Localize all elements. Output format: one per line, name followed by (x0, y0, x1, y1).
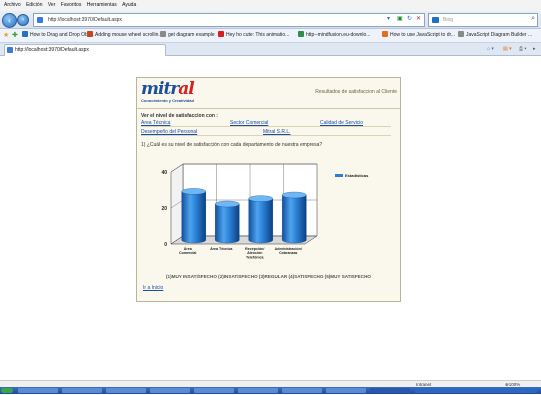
chart-svg: 0 20 40 Área Comercial Área Técnica Recepción/… (161, 163, 369, 259)
fav-item[interactable]: How to Drag and Drop Obje... (22, 29, 96, 42)
taskbar-item[interactable] (238, 388, 278, 393)
taskbar-item[interactable] (282, 388, 322, 393)
menu-edicion[interactable]: Edición (26, 0, 42, 11)
mitral-logo: mitral Conocimiento y Creatividad (141, 80, 221, 106)
forward-button[interactable]: › (17, 14, 29, 26)
tab-title: http://localhost:3970/Default.aspx (15, 47, 89, 53)
divider (141, 126, 391, 127)
taskbar-item-active[interactable] (370, 388, 410, 393)
system-tray (415, 388, 537, 393)
fav-item[interactable]: Adding mouse wheel scrollin... (87, 29, 163, 42)
menu-archivo[interactable]: Archivo (4, 0, 21, 11)
survey-panel: mitral Conocimiento y Creatividad Result… (136, 77, 401, 302)
compat-icon[interactable]: ▣ (397, 16, 404, 23)
taskbar-item[interactable] (62, 388, 102, 393)
favorites-star-icon[interactable]: ★ (3, 32, 10, 39)
scale-legend: (1)MUY INSATISFECHO (2)INSATISFECHO (3)R… (166, 274, 371, 279)
back-button[interactable]: ‹ (2, 13, 17, 28)
satisfaction-chart: 0 20 40 Área Comercial Área Técnica Recepción/… (145, 160, 395, 272)
fav-item[interactable]: get diagram example (160, 29, 215, 42)
taskbar (0, 387, 541, 394)
divider (141, 135, 391, 136)
refresh-icon[interactable]: ↻ (407, 16, 414, 23)
back-to-home-link[interactable]: Ir a Inicio (143, 285, 163, 291)
fav-item[interactable]: How to use JavaScript to dr... (382, 29, 455, 42)
fav-item[interactable]: Hey ho cute: This animatio... (218, 29, 289, 42)
chart-bar (282, 191, 307, 244)
fav-page-icon (382, 31, 388, 37)
search-icon[interactable]: ⌕ (531, 15, 535, 23)
x-category-label: Área Técnica (210, 246, 233, 251)
chart-bar (215, 200, 240, 244)
chart-legend: Estadisticas (335, 173, 369, 178)
page-title: Resultados de satisfaccion al Cliente (315, 89, 397, 95)
print-icon[interactable]: ⎙ ▾ (519, 44, 527, 54)
favorites-bar: ★ ✚ How to Drag and Drop Obje... Adding … (0, 29, 541, 43)
y-tick-label: 20 (161, 206, 167, 212)
x-category-label: Área Comercial (179, 246, 196, 255)
fav-item[interactable]: http--mindfusion.eu-downlo... (298, 29, 370, 42)
taskbar-item[interactable] (326, 388, 366, 393)
address-text: http://localhost:3970/Default.aspx (48, 17, 122, 23)
chart-bar (248, 195, 273, 244)
navigation-bar: ‹ › http://localhost:3970/Default.aspx ▾… (0, 11, 541, 29)
section-title: Ver el nivel de satisfaccion con : (141, 113, 218, 119)
menu-ver[interactable]: Ver (48, 0, 56, 11)
search-box[interactable]: Bing ⌕ (428, 13, 538, 27)
menu-herramientas[interactable]: Herramientas (87, 0, 117, 11)
fav-page-icon (22, 31, 28, 37)
fav-page-icon (87, 31, 93, 37)
add-favorite-icon[interactable]: ✚ (12, 32, 19, 39)
bar-body (248, 198, 273, 244)
page-menu-icon[interactable]: ▸ (533, 44, 536, 54)
bar-top (181, 188, 206, 195)
taskbar-item[interactable] (150, 388, 190, 393)
stop-icon[interactable]: ✕ (416, 16, 423, 23)
bar-body (181, 191, 206, 244)
logo-tagline: Conocimiento y Creatividad (141, 98, 194, 103)
question-text: 1) ¿Cuál es su nivel de satisfacción con… (141, 142, 323, 148)
taskbar-item[interactable] (106, 388, 146, 393)
bar-top (282, 191, 307, 199)
x-category-label: Administración/Cobranzas (275, 247, 302, 255)
bar-body (282, 194, 307, 244)
x-category-label: Recepción/Atención Telefónica (245, 247, 264, 259)
fav-page-icon (160, 31, 166, 37)
tab-bar: http://localhost:3970/Default.aspx ⌂ ▾ ▤… (0, 43, 541, 56)
page-icon (7, 47, 13, 53)
home-icon[interactable]: ⌂ ▾ (487, 44, 494, 54)
bing-icon (432, 17, 439, 23)
menu-ayuda[interactable]: Ayuda (122, 0, 136, 11)
y-tick-label: 40 (161, 170, 167, 176)
page-icon (37, 17, 43, 23)
search-placeholder: Bing (443, 17, 454, 23)
fav-page-icon (458, 31, 464, 37)
dropdown-icon[interactable]: ▾ (387, 16, 394, 23)
fav-item[interactable]: JavaScript Diagram Builder ... (458, 29, 532, 42)
taskbar-item[interactable] (18, 388, 58, 393)
menu-favoritos[interactable]: Favoritos (61, 0, 82, 11)
y-tick-label: 0 (164, 242, 167, 248)
bar-body (215, 203, 240, 244)
legend-swatch (335, 174, 343, 177)
fav-page-icon (298, 31, 304, 37)
legend-label: Estadisticas (345, 173, 369, 178)
bar-top (215, 200, 240, 208)
fav-page-icon (218, 31, 224, 37)
bar-top (248, 195, 273, 202)
feeds-icon[interactable]: ▤ ▾ (503, 44, 512, 54)
taskbar-item[interactable] (194, 388, 234, 393)
panel-header: mitral Conocimiento y Creatividad Result… (137, 78, 400, 109)
chart-bar (181, 188, 206, 244)
start-button[interactable] (1, 388, 13, 393)
address-bar[interactable]: http://localhost:3970/Default.aspx ▾ ▣ ↻… (33, 13, 425, 27)
tab-active[interactable]: http://localhost:3970/Default.aspx (4, 44, 166, 56)
